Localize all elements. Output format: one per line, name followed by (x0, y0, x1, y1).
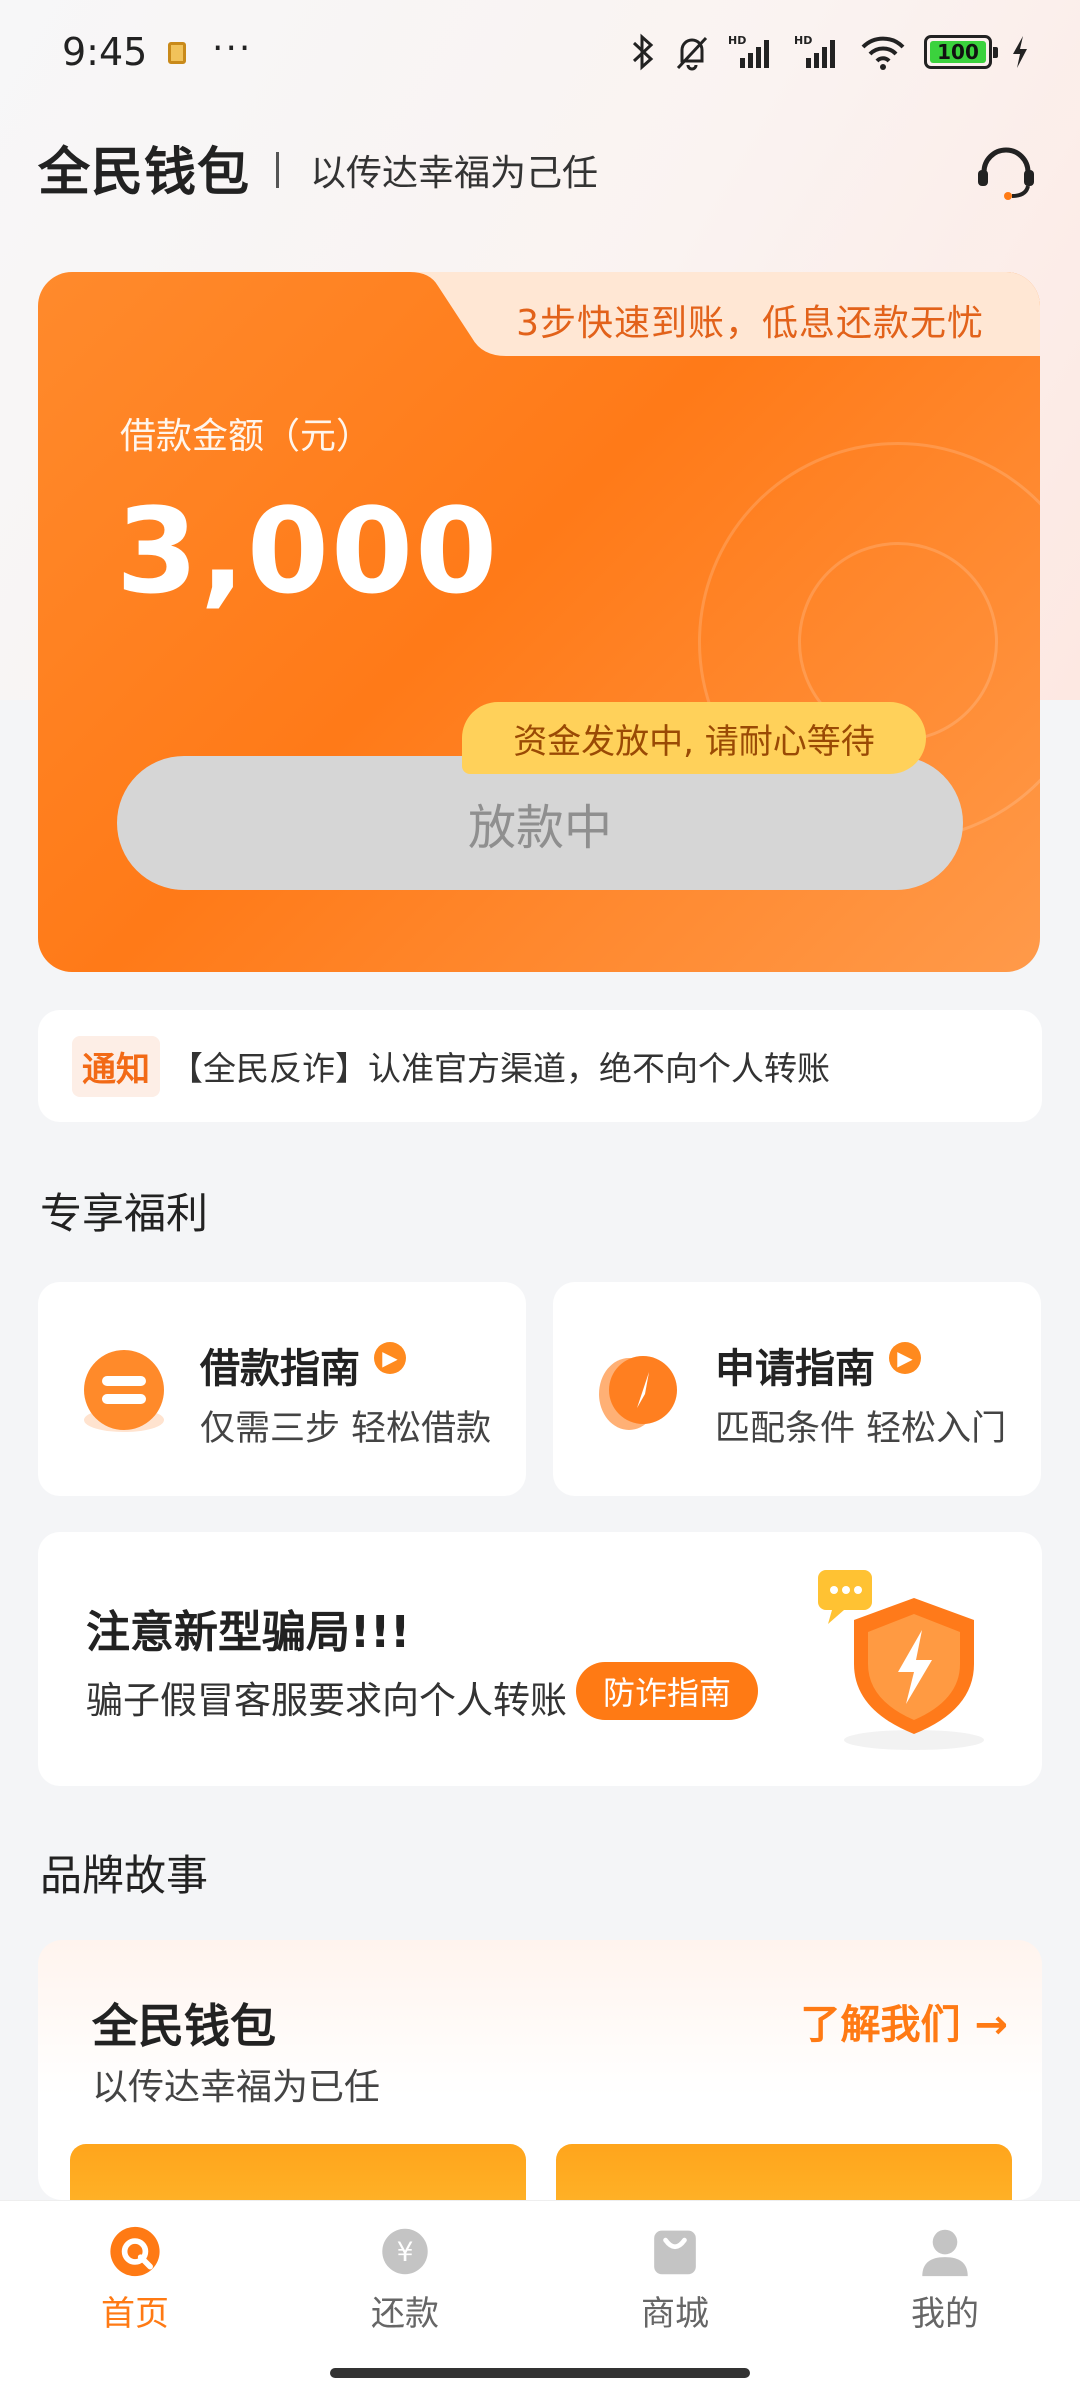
status-bar: 9:45 ··· HD HD 100 (0, 0, 1080, 110)
brand-story-image[interactable] (556, 2144, 1012, 2200)
brand-story-title: 全民钱包 (92, 1999, 276, 2053)
tab-profile[interactable]: 我的 (865, 2225, 1025, 2335)
signal-hd-icon: HD (794, 34, 835, 68)
disbursing-button[interactable]: 放款中 (117, 756, 963, 890)
signal-hd-icon: HD (728, 34, 769, 68)
header-slogan: 以传达幸福为己任 (310, 153, 599, 194)
svg-text:HD: HD (794, 34, 812, 47)
loan-guide-subtitle: 仅需三步 轻松借款 (200, 1409, 492, 1449)
brand-story-section-title: 品牌故事 (40, 1851, 209, 1900)
chevron-right-icon: ▶ (374, 1342, 406, 1374)
tab-profile-label: 我的 (911, 2294, 979, 2334)
disbursing-tip-badge: 资金发放中, 请耐心等待 (462, 702, 926, 774)
shopping-bag-icon (654, 2230, 696, 2275)
application-guide-subtitle: 匹配条件 轻松入门 (715, 1409, 1007, 1449)
wifi-icon (861, 36, 905, 70)
loan-guide-title: 借款指南 (200, 1346, 360, 1392)
application-guide-card[interactable]: 申请指南 ▶ 匹配条件 轻松入门 (553, 1282, 1041, 1496)
notice-bar[interactable]: 通知 【全民反诈】认准官方渠道，绝不向个人转账 (38, 1010, 1042, 1122)
loan-guide-icon (84, 1350, 164, 1432)
loan-guide-card[interactable]: 借款指南 ▶ 仅需三步 轻松借款 (38, 1282, 526, 1496)
bluetooth-icon (632, 33, 654, 71)
tab-mall[interactable]: 商城 (595, 2225, 755, 2335)
about-us-link[interactable]: 了解我们 → (801, 1992, 1008, 2050)
benefits-section-title: 专享福利 (40, 1189, 209, 1238)
card-tagline: 3步快速到账，低息还款无忧 (516, 303, 984, 344)
notice-tag: 通知 (72, 1035, 160, 1097)
chevron-right-icon: ▶ (889, 1342, 921, 1374)
tab-repayment-label: 还款 (371, 2294, 439, 2334)
amount-label: 借款金额（元） (120, 416, 373, 457)
application-guide-title: 申请指南 (715, 1346, 875, 1392)
tab-mall-label: 商城 (641, 2294, 709, 2334)
charging-icon (1013, 36, 1027, 68)
battery-icon: 100 (924, 35, 998, 69)
app-header: 全民钱包 以传达幸福为己任 (38, 130, 1042, 210)
fraud-warning-card: 注意新型骗局!!! 骗子假冒客服要求向个人转账 防诈指南 (38, 1532, 1042, 1786)
more-notifications-icon: ··· (212, 28, 253, 69)
notice-text: 【全民反诈】认准官方渠道，绝不向个人转账 (170, 1049, 830, 1088)
home-indicator[interactable] (330, 2368, 750, 2378)
tab-home-label: 首页 (101, 2294, 169, 2334)
yuan-coin-icon: ¥ (382, 2228, 428, 2275)
app-logo-text: 全民钱包 (38, 143, 251, 203)
sim-card-icon (168, 42, 186, 64)
compass-icon (599, 1356, 677, 1430)
bell-muted-icon (676, 36, 708, 71)
battery-level: 100 (937, 40, 979, 64)
tab-home[interactable]: 首页 (55, 2225, 215, 2335)
svg-text:¥: ¥ (397, 2237, 414, 2268)
anti-fraud-guide-button[interactable]: 防诈指南 (576, 1662, 758, 1720)
tab-repayment[interactable]: ¥ 还款 (325, 2225, 485, 2335)
loan-amount: 3,000 (116, 482, 500, 620)
brand-story-image[interactable] (70, 2144, 526, 2200)
headset-icon[interactable] (972, 136, 1040, 204)
svg-text:HD: HD (728, 34, 746, 47)
brand-story-subtitle: 以传达幸福为已任 (92, 2067, 381, 2108)
fraud-warning-title: 注意新型骗局!!! (86, 1607, 411, 1658)
fraud-warning-subtitle: 骗子假冒客服要求向个人转账 (86, 1679, 567, 1722)
header-divider (276, 152, 279, 188)
brand-story-card: 全民钱包 以传达幸福为已任 了解我们 → (38, 1940, 1042, 2200)
loan-card: 3步快速到账，低息还款无忧 借款金额（元） 3,000 放款中 资金发放中, 请… (38, 272, 1040, 972)
status-time: 9:45 (62, 30, 148, 74)
home-icon (110, 2226, 160, 2277)
profile-icon (922, 2229, 968, 2277)
shield-icon (818, 1570, 984, 1750)
